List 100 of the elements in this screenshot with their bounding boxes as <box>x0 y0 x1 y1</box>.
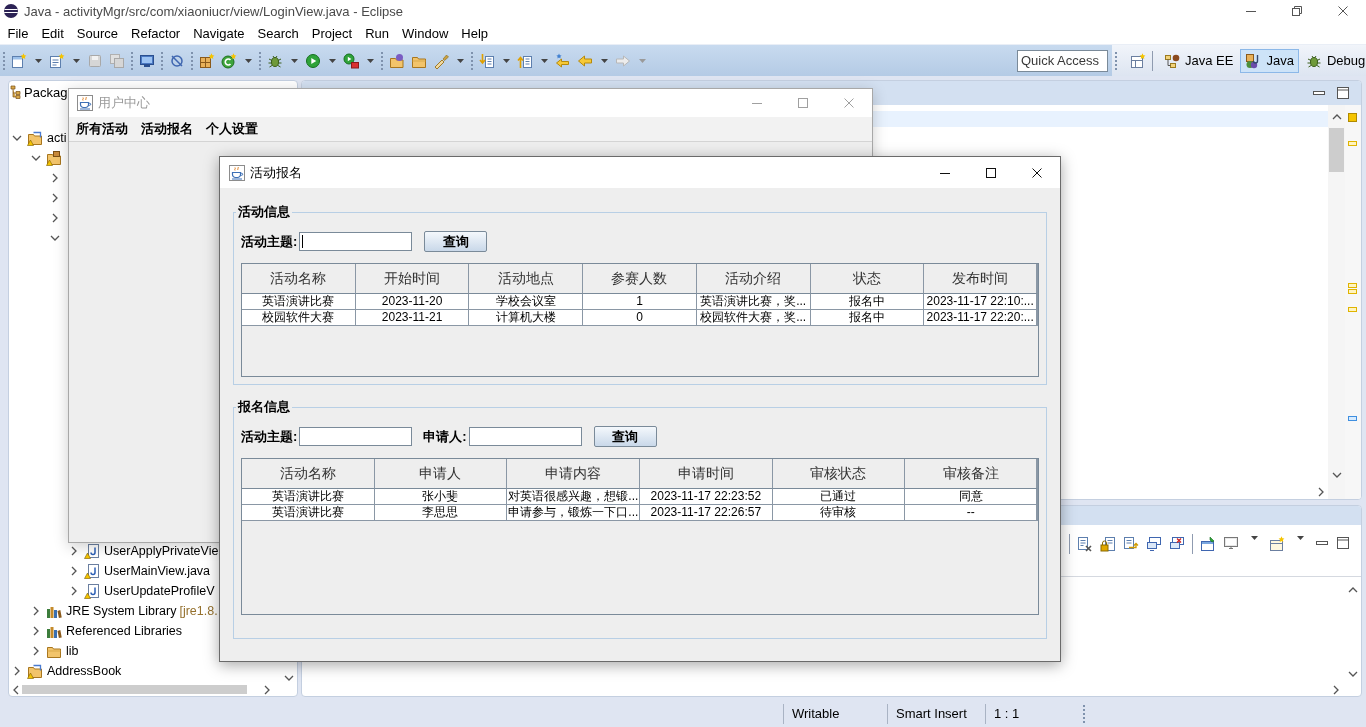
menu-item[interactable]: Help <box>454 25 495 41</box>
chevron-right-icon[interactable] <box>14 666 20 676</box>
query-button[interactable]: 查询 <box>424 231 488 252</box>
caret-icon[interactable] <box>502 58 510 63</box>
caret-icon[interactable] <box>328 58 336 63</box>
chevron-down-icon[interactable] <box>31 155 41 161</box>
view-tab[interactable]: Packag <box>9 81 68 104</box>
chevron-right-icon[interactable] <box>52 173 58 183</box>
maximize-icon[interactable] <box>1336 86 1350 100</box>
chevron-right-icon[interactable] <box>52 193 58 203</box>
caret-icon[interactable] <box>366 58 374 63</box>
perspective-button[interactable]: Java <box>1240 48 1299 73</box>
perspective-button[interactable]: Debug <box>1300 48 1366 73</box>
chevron-left-icon[interactable] <box>12 684 19 695</box>
tree-item-label[interactable]: UserMainView.java <box>104 564 211 578</box>
document-star-icon[interactable] <box>11 52 27 69</box>
caret-icon[interactable] <box>600 58 608 63</box>
tree-item-label[interactable]: AddressBook <box>47 664 122 678</box>
play-toolbox-icon[interactable] <box>343 52 359 69</box>
warning-marker[interactable] <box>1348 141 1357 146</box>
text-field[interactable] <box>299 232 413 251</box>
lock-document-icon[interactable] <box>1100 536 1116 552</box>
warning-marker[interactable] <box>1348 113 1357 122</box>
tree-item-label[interactable]: UserUpdateProfileV <box>104 584 215 598</box>
document-x-icon[interactable] <box>1077 536 1093 552</box>
brush-icon[interactable] <box>433 52 449 69</box>
slashed-circle-icon[interactable] <box>169 52 185 69</box>
close-icon <box>1338 6 1348 16</box>
query-button[interactable]: 查询 <box>593 426 657 447</box>
monitor-icon[interactable] <box>139 52 155 69</box>
chevron-right-icon[interactable] <box>71 566 77 576</box>
chevron-right-icon[interactable] <box>263 684 270 695</box>
menu-item[interactable]: Run <box>358 25 396 41</box>
arrow-star-icon[interactable] <box>555 52 571 69</box>
text-field[interactable] <box>299 427 413 446</box>
warning-marker[interactable] <box>1348 289 1357 294</box>
caret-icon[interactable] <box>72 58 80 63</box>
tree-item-label[interactable]: acti <box>47 131 67 145</box>
column-header: 审核状态 <box>772 459 906 489</box>
monitors-icon[interactable] <box>1146 536 1162 552</box>
caret-icon[interactable] <box>540 58 548 63</box>
menu-item[interactable]: Project <box>305 25 359 41</box>
caret-icon[interactable] <box>456 58 464 63</box>
chevron-right-icon[interactable] <box>71 546 77 556</box>
document-arrow-icon[interactable] <box>1123 536 1139 552</box>
play-icon[interactable] <box>305 52 321 69</box>
chevron-right-icon[interactable] <box>71 586 77 596</box>
pin-window-icon[interactable] <box>1200 536 1216 552</box>
warning-marker[interactable] <box>1348 307 1357 312</box>
maximize-icon[interactable] <box>1336 536 1350 550</box>
scrollbar-thumb[interactable] <box>1329 128 1344 172</box>
tree-item-label[interactable]: lib <box>66 644 79 658</box>
chevron-down-icon[interactable] <box>50 235 60 241</box>
text-field[interactable] <box>468 427 582 446</box>
tree-item-label[interactable]: UserApplyPrivateVie <box>104 544 219 558</box>
monitor-x-icon[interactable] <box>1169 536 1185 552</box>
chevron-down-icon[interactable] <box>283 675 294 681</box>
menu-item[interactable]: 活动报名 <box>134 120 199 138</box>
tree-item-label[interactable]: JRE System Library <box>66 604 177 618</box>
menu-item[interactable]: File <box>1 25 35 41</box>
chevron-right-icon[interactable] <box>33 646 39 656</box>
quick-access-field[interactable]: Quick Access <box>1017 49 1108 72</box>
caret-icon[interactable] <box>34 58 42 63</box>
menu-item[interactable]: Search <box>251 25 306 41</box>
window-star-icon[interactable] <box>1269 536 1285 552</box>
menu-item[interactable]: Refactor <box>124 25 187 41</box>
open-perspective-icon[interactable] <box>1130 52 1146 69</box>
caret-icon[interactable] <box>1296 536 1304 540</box>
chevron-down-icon[interactable] <box>1347 671 1358 677</box>
tree-item-label[interactable]: Referenced Libraries <box>66 624 183 638</box>
menu-item[interactable]: Source <box>70 25 125 41</box>
column-header: 申请内容 <box>507 459 640 489</box>
chevron-right-icon[interactable] <box>1332 684 1339 695</box>
chevron-right-icon[interactable] <box>33 626 39 636</box>
grid-star-icon[interactable] <box>199 52 215 69</box>
menu-item[interactable]: Window <box>395 25 455 41</box>
status-text: Smart Insert <box>887 703 985 724</box>
chevron-right-icon[interactable] <box>52 213 58 223</box>
chevron-up-icon[interactable] <box>1347 587 1358 593</box>
document-lines-icon[interactable] <box>49 52 65 69</box>
folder-sphere-icon[interactable] <box>389 52 405 69</box>
menu-item[interactable]: 所有活动 <box>69 120 134 138</box>
chevron-right-icon[interactable] <box>1317 486 1324 497</box>
warning-marker[interactable] <box>1348 283 1357 288</box>
chevron-right-icon[interactable] <box>33 606 39 616</box>
caret-icon[interactable] <box>290 58 298 63</box>
menu-item[interactable]: Navigate <box>186 25 251 41</box>
chevron-down-icon[interactable] <box>12 135 22 141</box>
menu-item[interactable]: Edit <box>34 25 71 41</box>
caret-icon[interactable] <box>1250 536 1258 540</box>
caret-icon[interactable] <box>244 58 252 63</box>
arrow-down-document-icon[interactable] <box>479 52 495 69</box>
menu-item[interactable]: 个人设置 <box>199 120 264 138</box>
chevron-down-icon[interactable] <box>1331 472 1342 478</box>
perspective-button[interactable]: Java EE <box>1159 48 1239 73</box>
info-marker[interactable] <box>1348 416 1357 421</box>
chevron-up-icon[interactable] <box>1331 114 1342 120</box>
table-cell: 学校会议室 <box>469 294 584 310</box>
scrollbar-thumb[interactable] <box>22 685 247 694</box>
monitor-icon[interactable] <box>1223 536 1239 552</box>
